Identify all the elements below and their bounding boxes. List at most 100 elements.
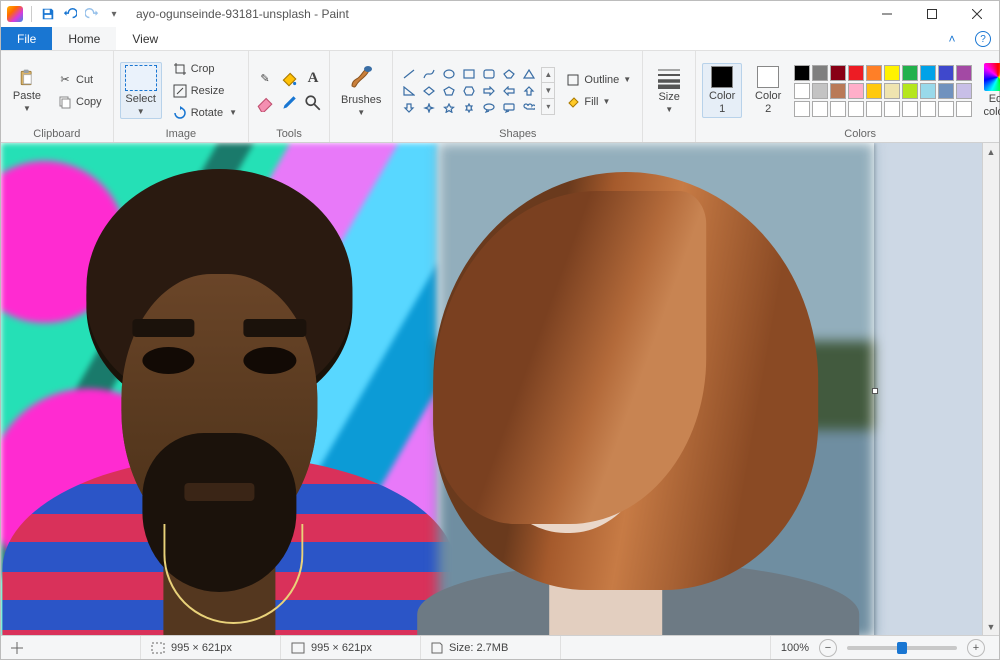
shape-arrow-right[interactable] <box>481 84 497 98</box>
select-button[interactable]: Select ▼ <box>120 62 162 119</box>
shape-outline-button[interactable]: Outline▼ <box>561 70 636 90</box>
resize-handle-right[interactable] <box>872 388 878 394</box>
scroll-up-icon[interactable]: ▲ <box>542 68 554 84</box>
color-swatch[interactable] <box>848 65 864 81</box>
color1-button[interactable]: Color 1 <box>702 63 742 117</box>
color-swatch[interactable] <box>884 83 900 99</box>
zoom-slider[interactable] <box>847 646 957 650</box>
color-swatch[interactable] <box>884 65 900 81</box>
shapes-gallery-scroll[interactable]: ▲▼▾ <box>541 67 555 115</box>
color-swatch[interactable] <box>938 83 954 99</box>
fill-tool[interactable] <box>279 69 299 89</box>
save-icon[interactable] <box>40 6 56 22</box>
shape-star4[interactable] <box>421 101 437 115</box>
vertical-scrollbar[interactable]: ▲ ▼ <box>982 143 999 635</box>
color-swatch[interactable] <box>866 65 882 81</box>
cut-button[interactable]: ✂Cut <box>53 70 107 90</box>
shape-oval[interactable] <box>441 67 457 81</box>
canvas[interactable] <box>1 143 874 635</box>
shapes-gallery[interactable] <box>399 67 539 115</box>
tab-file[interactable]: File <box>1 27 52 50</box>
ribbon-collapse-icon[interactable]: ˄ <box>937 27 967 50</box>
copy-button[interactable]: Copy <box>53 92 107 112</box>
shape-star5[interactable] <box>441 101 457 115</box>
rotate-button[interactable]: Rotate▼ <box>168 103 242 123</box>
color-swatch[interactable] <box>812 83 828 99</box>
color-swatch[interactable] <box>794 101 810 117</box>
spectrum-icon <box>984 63 1000 91</box>
color-swatch[interactable] <box>902 65 918 81</box>
picker-tool[interactable] <box>279 93 299 113</box>
shape-pentagon[interactable] <box>441 84 457 98</box>
zoom-in-button[interactable]: + <box>967 639 985 657</box>
shape-hexagon[interactable] <box>461 84 477 98</box>
shape-curve[interactable] <box>421 67 437 81</box>
color-swatch[interactable] <box>794 83 810 99</box>
color-swatch[interactable] <box>956 101 972 117</box>
color-swatch[interactable] <box>848 83 864 99</box>
color-swatch[interactable] <box>956 83 972 99</box>
color-swatch[interactable] <box>830 83 846 99</box>
shape-rect[interactable] <box>461 67 477 81</box>
brushes-button[interactable]: Brushes ▼ <box>336 61 386 120</box>
shape-triangle[interactable] <box>521 67 537 81</box>
shape-callout-round[interactable] <box>481 101 497 115</box>
color-swatch[interactable] <box>920 65 936 81</box>
color-swatch[interactable] <box>920 101 936 117</box>
color-swatch[interactable] <box>812 65 828 81</box>
shape-diamond[interactable] <box>421 84 437 98</box>
edit-colors-button[interactable]: Edit colors <box>978 60 1000 120</box>
color-swatch[interactable] <box>812 101 828 117</box>
zoom-slider-thumb[interactable] <box>897 642 907 654</box>
color-swatch[interactable] <box>902 101 918 117</box>
shape-fill-button[interactable]: Fill▼ <box>561 92 636 112</box>
color2-button[interactable]: Color 2 <box>748 63 788 117</box>
maximize-button[interactable] <box>909 1 954 27</box>
color-swatch[interactable] <box>830 65 846 81</box>
tab-home[interactable]: Home <box>52 27 116 50</box>
color-swatch[interactable] <box>848 101 864 117</box>
shape-callout-rect[interactable] <box>501 101 517 115</box>
color-swatch[interactable] <box>794 65 810 81</box>
shape-arrow-down[interactable] <box>401 101 417 115</box>
minimize-button[interactable] <box>864 1 909 27</box>
close-button[interactable] <box>954 1 999 27</box>
tab-view[interactable]: View <box>116 27 174 50</box>
shape-arrow-up[interactable] <box>521 84 537 98</box>
text-tool[interactable]: A <box>303 69 323 89</box>
shape-star6[interactable] <box>461 101 477 115</box>
zoom-tool[interactable] <box>303 93 323 113</box>
shape-right-triangle[interactable] <box>401 84 417 98</box>
color-swatch[interactable] <box>938 101 954 117</box>
scroll-down-icon[interactable]: ▼ <box>542 83 554 99</box>
scroll-down-icon[interactable]: ▼ <box>983 618 999 635</box>
shape-roundrect[interactable] <box>481 67 497 81</box>
color-swatch[interactable] <box>920 83 936 99</box>
redo-icon[interactable] <box>84 6 100 22</box>
color-swatch[interactable] <box>830 101 846 117</box>
color-swatch[interactable] <box>902 83 918 99</box>
resize-button[interactable]: Resize <box>168 81 242 101</box>
color-swatch[interactable] <box>884 101 900 117</box>
pencil-tool[interactable]: ✎ <box>255 69 275 89</box>
paste-button[interactable]: Paste ▼ <box>7 65 47 116</box>
color-swatch[interactable] <box>956 65 972 81</box>
color-swatch[interactable] <box>938 65 954 81</box>
scrollbar-track[interactable] <box>983 160 999 618</box>
shape-line[interactable] <box>401 67 417 81</box>
qat-customize-icon[interactable]: ▾ <box>106 6 122 22</box>
undo-icon[interactable] <box>62 6 78 22</box>
shape-arrow-left[interactable] <box>501 84 517 98</box>
shape-callout-cloud[interactable] <box>521 101 537 115</box>
crop-button[interactable]: Crop <box>168 59 242 79</box>
color-swatch[interactable] <box>866 101 882 117</box>
help-icon[interactable]: ? <box>975 31 991 47</box>
canvas-scroll-area[interactable] <box>1 143 982 635</box>
size-button[interactable]: Size ▼ <box>649 64 689 117</box>
scroll-up-icon[interactable]: ▲ <box>983 143 999 160</box>
gallery-expand-icon[interactable]: ▾ <box>542 99 554 114</box>
shape-polygon[interactable] <box>501 67 517 81</box>
zoom-out-button[interactable]: − <box>819 639 837 657</box>
eraser-tool[interactable] <box>255 93 275 113</box>
color-swatch[interactable] <box>866 83 882 99</box>
